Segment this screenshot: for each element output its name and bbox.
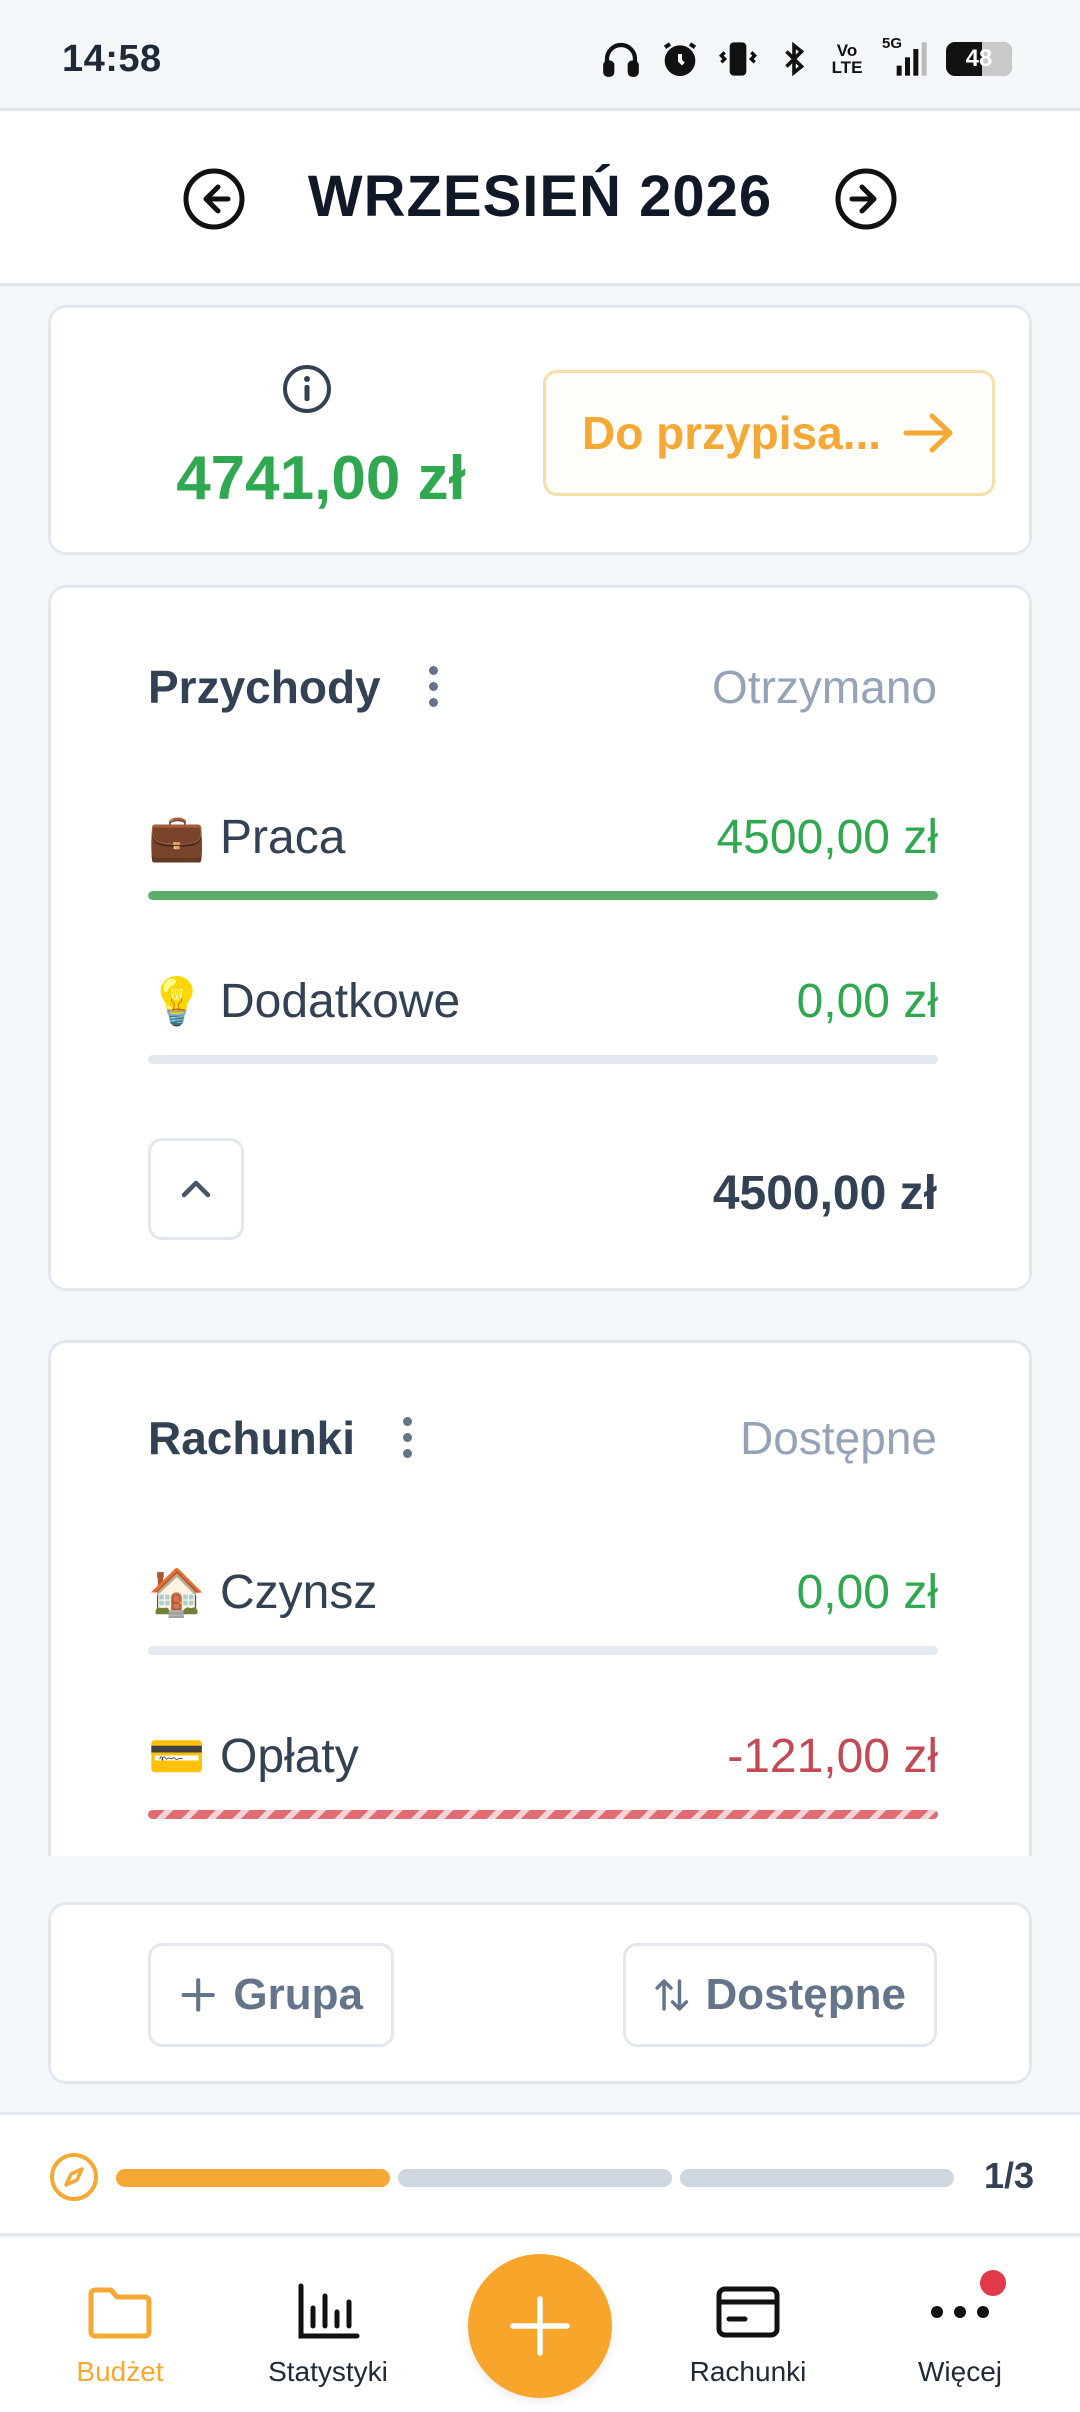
briefcase-icon: 💼 <box>148 811 206 863</box>
assign-button[interactable]: Do przypisa... <box>543 370 995 496</box>
card-icon <box>715 2278 781 2346</box>
group-total: 4500,00 zł <box>712 1167 937 1220</box>
arrow-right-icon <box>902 411 956 455</box>
progress-count: 1/3 <box>983 2155 1034 2196</box>
house-icon: 🏠 <box>148 1566 206 1618</box>
sort-label: Dostępne <box>705 1970 906 2019</box>
lightbulb-icon: 💡 <box>148 975 206 1027</box>
headphones-icon <box>600 38 642 80</box>
status-bar: 14:58 Vo LTE 5G 48 <box>0 0 1080 108</box>
add-transaction-button[interactable] <box>468 2254 612 2398</box>
compass-icon <box>48 2151 100 2203</box>
progress-segment <box>116 2169 390 2187</box>
status-time: 14:58 <box>62 38 162 80</box>
volte-icon: Vo LTE <box>831 41 863 77</box>
category-row[interactable]: 🏠 Czynsz 0,00 zł <box>148 1565 938 1655</box>
vibrate-icon <box>718 39 758 79</box>
actions-card: Grupa Dostępne <box>48 1902 1032 2084</box>
category-row[interactable]: 💳 Opłaty -121,00 zł <box>148 1729 938 1819</box>
add-group-label: Grupa <box>233 1970 363 2019</box>
nav-item-bills[interactable]: Rachunki <box>648 2238 848 2412</box>
sort-arrows-icon <box>655 1979 689 2011</box>
nav-item-budget[interactable]: Budżet <box>20 2238 220 2412</box>
to-assign-card: 4741,00 zł Do przypisa... <box>48 305 1032 555</box>
progress-segment <box>398 2169 672 2187</box>
scroll-edge <box>0 1856 1080 1870</box>
category-value: 4500,00 zł <box>716 811 938 864</box>
bottom-navigation: Budżet Statystyki Rachunki Więcej <box>0 2238 1080 2412</box>
nav-label: Budżet <box>76 2356 164 2387</box>
group-column-label[interactable]: Dostępne <box>740 1411 937 1465</box>
category-label: Praca <box>220 811 346 864</box>
group-menu-icon[interactable] <box>421 666 445 707</box>
nav-item-statistics[interactable]: Statystyki <box>228 2238 428 2412</box>
battery-level: 48 <box>965 45 993 72</box>
group-title: Rachunki <box>148 1412 356 1464</box>
add-group-button[interactable]: Grupa <box>148 1943 394 2047</box>
folder-icon <box>87 2278 153 2346</box>
chevron-up-icon <box>181 1180 211 1198</box>
onboarding-progress[interactable]: 1/3 <box>0 2112 1080 2236</box>
bar-chart-icon <box>295 2278 361 2346</box>
group-column-label[interactable]: Otrzymano <box>712 660 937 714</box>
plus-icon <box>510 2296 570 2356</box>
credit-card-icon: 💳 <box>148 1730 206 1782</box>
arrow-right-circle-icon <box>835 168 897 230</box>
notification-badge <box>980 2270 1006 2296</box>
month-header: WRZESIEŃ 2026 <box>0 108 1080 286</box>
nav-label: Więcej <box>917 2356 1002 2387</box>
bills-group-card: Rachunki Dostępne 🏠 Czynsz 0,00 zł 💳 Opł… <box>48 1340 1032 1860</box>
info-icon[interactable] <box>281 363 333 415</box>
category-label: Czynsz <box>220 1566 378 1619</box>
month-title[interactable]: WRZESIEŃ 2026 <box>0 163 1080 230</box>
category-value: -121,00 zł <box>727 1730 938 1783</box>
income-group-card: Przychody Otrzymano 💼 Praca 4500,00 zł 💡… <box>48 585 1032 1291</box>
bluetooth-icon <box>776 39 812 79</box>
progress-fill <box>148 891 938 900</box>
plus-icon <box>181 1978 215 2012</box>
next-month-button[interactable] <box>834 167 898 231</box>
category-progress-bar-overspent <box>148 1810 938 1819</box>
nav-label: Rachunki <box>689 2356 807 2387</box>
group-menu-icon[interactable] <box>395 1417 419 1458</box>
category-value: 0,00 zł <box>796 975 938 1028</box>
signal-icon: 5G <box>882 35 928 79</box>
category-value: 0,00 zł <box>796 1566 938 1619</box>
category-row[interactable]: 💡 Dodatkowe 0,00 zł <box>148 974 938 1064</box>
status-icons: Vo LTE 5G 48 <box>600 35 1012 82</box>
network-type: 5G <box>882 35 903 52</box>
category-progress-bar <box>148 1055 938 1064</box>
category-progress-bar <box>148 891 938 900</box>
category-progress-bar <box>148 1646 938 1655</box>
category-row[interactable]: 💼 Praca 4500,00 zł <box>148 810 938 900</box>
nav-label: Statystyki <box>268 2356 388 2387</box>
category-label: Opłaty <box>220 1730 359 1783</box>
progress-segment <box>680 2169 954 2187</box>
to-assign-amount: 4741,00 zł <box>176 444 466 513</box>
category-label: Dodatkowe <box>220 975 461 1028</box>
sort-button[interactable]: Dostępne <box>623 1943 937 2047</box>
assign-button-label: Do przypisa... <box>582 407 882 459</box>
group-title: Przychody <box>148 661 381 713</box>
alarm-icon <box>660 39 700 79</box>
battery-icon: 48 <box>946 42 1012 76</box>
collapse-group-button[interactable] <box>148 1138 244 1240</box>
nav-item-more[interactable]: Więcej <box>860 2238 1060 2412</box>
